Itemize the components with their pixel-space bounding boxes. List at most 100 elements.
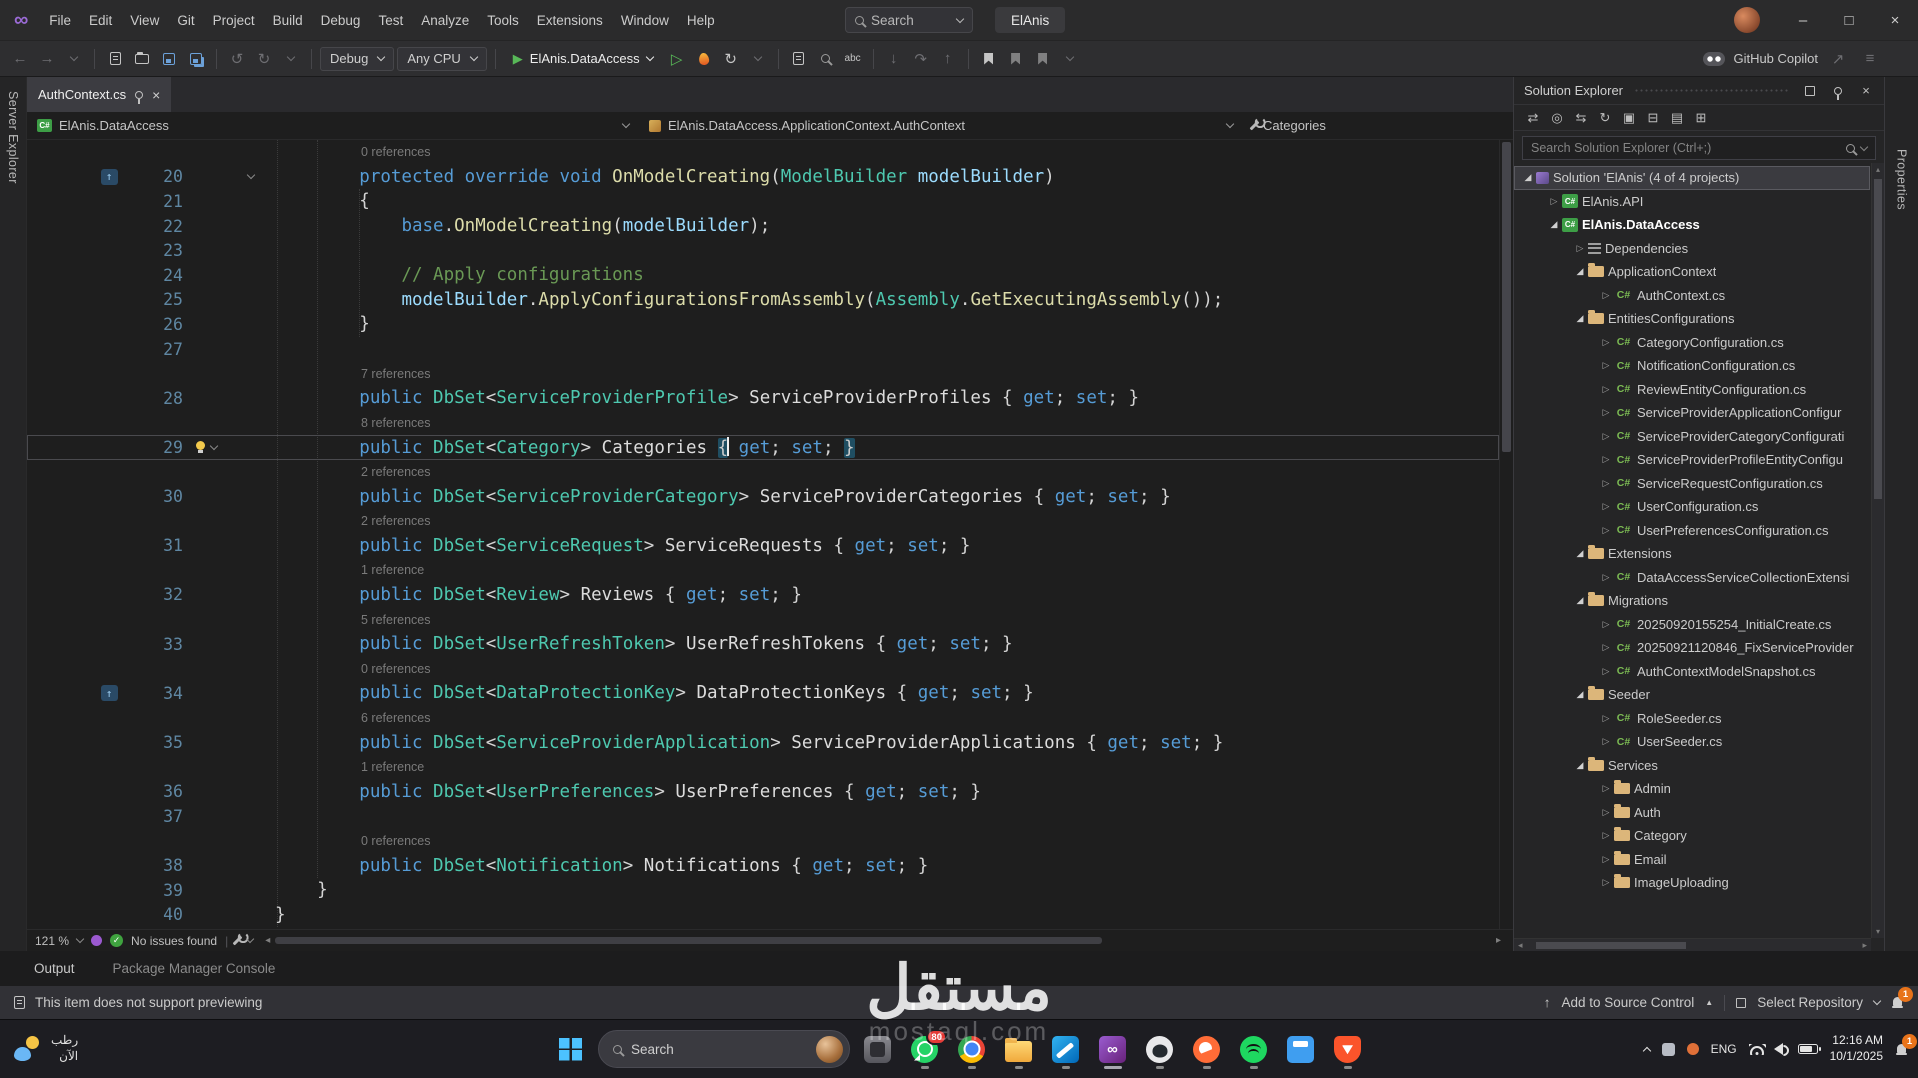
collapse-icon[interactable] — [246, 171, 256, 180]
step-over-icon[interactable]: ↷ — [909, 47, 933, 71]
properties-icon[interactable]: ⊞ — [1690, 107, 1712, 129]
menu-build[interactable]: Build — [264, 0, 312, 40]
tree-item[interactable]: ▷ C# UserPreferencesConfiguration.cs — [1514, 519, 1870, 543]
breadcrumb-type[interactable]: ElAnis.DataAccess.ApplicationContext.Aut… — [639, 112, 1243, 139]
expander-closed-icon[interactable]: ▷ — [1598, 736, 1614, 747]
menu-tools[interactable]: Tools — [478, 0, 528, 40]
accessibility-icon[interactable] — [91, 935, 103, 946]
weather-widget[interactable]: رطب الآن — [12, 1020, 78, 1078]
scroll-left-icon[interactable]: ◂ — [1518, 940, 1523, 951]
taskbar-vscode[interactable] — [1045, 1029, 1086, 1070]
step-into-icon[interactable]: ↓ — [882, 47, 906, 71]
expander-closed-icon[interactable]: ▷ — [1598, 572, 1614, 583]
tree-item[interactable]: ◢ Seeder — [1514, 683, 1870, 707]
redo-dropdown-icon[interactable] — [279, 47, 303, 71]
nest-files-icon[interactable]: ▣ — [1618, 107, 1640, 129]
expander-closed-icon[interactable]: ▷ — [1572, 243, 1588, 254]
notification-center-button[interactable]: 1 — [1895, 1033, 1917, 1056]
expander-open-icon[interactable]: ◢ — [1572, 595, 1588, 606]
code-line[interactable]: 26 } — [27, 312, 1499, 337]
expander-closed-icon[interactable]: ▷ — [1598, 384, 1614, 395]
code-line[interactable]: 31 public DbSet<ServiceRequest> ServiceR… — [27, 534, 1499, 559]
tree-item[interactable]: ▷ C# CategoryConfiguration.cs — [1514, 331, 1870, 355]
navigate-back-icon[interactable]: ← — [8, 47, 32, 71]
tree-item[interactable]: ◢ ApplicationContext — [1514, 260, 1870, 284]
expander-closed-icon[interactable]: ▷ — [1598, 360, 1614, 371]
tab-package-manager-console[interactable]: Package Manager Console — [113, 961, 276, 976]
solution-configurations-select[interactable]: Debug — [320, 46, 395, 71]
start-without-debugging-icon[interactable]: ▷ — [665, 47, 689, 71]
tray-app-icon[interactable] — [1686, 1043, 1699, 1055]
code-line[interactable]: ↑ 20 protected override void OnModelCreat… — [27, 165, 1499, 190]
sync-with-active-document-icon[interactable]: ⇆ — [1570, 107, 1592, 129]
system-tray-group[interactable] — [1749, 1043, 1822, 1055]
scroll-right-icon[interactable]: ▸ — [1496, 935, 1501, 946]
taskbar-file-explorer[interactable] — [998, 1029, 1039, 1070]
next-bookmark-icon[interactable] — [1031, 47, 1055, 71]
tree-item[interactable]: ▷ C# ReviewEntityConfiguration.cs — [1514, 378, 1870, 402]
zoom-dropdown-icon[interactable] — [75, 934, 85, 944]
tree-item[interactable]: ▷ C# UserSeeder.cs — [1514, 730, 1870, 754]
tree-item[interactable]: ▷ C# 20250920155254_InitialCreate.cs — [1514, 613, 1870, 637]
open-file-icon[interactable] — [130, 47, 154, 71]
codelens-references[interactable]: 2 references — [27, 460, 1499, 485]
breadcrumb-project[interactable]: C# ElAnis.DataAccess — [27, 112, 639, 139]
scroll-down-icon[interactable]: ▾ — [1876, 927, 1880, 936]
taskbar-spotify[interactable] — [1233, 1029, 1274, 1070]
zoom-level[interactable]: 121 % — [35, 934, 69, 948]
add-to-source-control-button[interactable]: Add to Source Control — [1561, 995, 1694, 1010]
pending-changes-filter-icon[interactable]: ◎ — [1546, 107, 1568, 129]
code-line[interactable]: 23 — [27, 238, 1499, 263]
taskbar-brave[interactable] — [1327, 1029, 1368, 1070]
scrollbar-thumb[interactable] — [1874, 179, 1882, 499]
code-editor[interactable]: 0 references ↑ 20 protected override void … — [27, 140, 1513, 929]
code-line[interactable]: 21 { — [27, 189, 1499, 214]
codelens-references[interactable]: 2 references — [27, 509, 1499, 534]
code-line[interactable]: 28 public DbSet<ServiceProviderProfile> … — [27, 386, 1499, 411]
language-indicator[interactable]: ENG — [1711, 1042, 1737, 1056]
start-button[interactable] — [550, 1029, 591, 1070]
step-out-icon[interactable]: ↑ — [936, 47, 960, 71]
find-in-files-icon[interactable] — [814, 47, 838, 71]
taskbar-visual-studio[interactable]: ∞ — [1092, 1029, 1133, 1070]
taskbar-system-app[interactable] — [857, 1029, 898, 1070]
taskbar-clock[interactable]: 12:16 AM 10/1/2025 — [1830, 1033, 1883, 1064]
tree-item[interactable]: ▷ Email — [1514, 848, 1870, 872]
tree-vertical-scrollbar[interactable]: ▴ ▾ — [1871, 163, 1884, 938]
dock-icon[interactable] — [1800, 81, 1820, 101]
user-avatar[interactable] — [1734, 7, 1760, 33]
title-search-box[interactable]: Search — [845, 7, 973, 33]
menu-extensions[interactable]: Extensions — [528, 0, 612, 40]
maximize-button[interactable]: □ — [1826, 0, 1872, 40]
tree-item[interactable]: ▷ C# AuthContext.cs — [1514, 284, 1870, 308]
tree-item[interactable]: ▷ Admin — [1514, 777, 1870, 801]
save-icon[interactable] — [157, 47, 181, 71]
menu-project[interactable]: Project — [204, 0, 264, 40]
code-line[interactable]: 40} — [27, 902, 1499, 927]
tab-authcontext[interactable]: AuthContext.cs × — [27, 77, 172, 112]
preview-changes-icon[interactable] — [787, 47, 811, 71]
member-indicator-icon[interactable]: ↑ — [100, 685, 118, 702]
minimize-button[interactable]: – — [1780, 0, 1826, 40]
solution-search-input[interactable]: Search Solution Explorer (Ctrl+;) — [1522, 136, 1876, 160]
tree-item[interactable]: ◢ Migrations — [1514, 589, 1870, 613]
tree-item[interactable]: ▷ C# AuthContextModelSnapshot.cs — [1514, 660, 1870, 684]
expander-closed-icon[interactable]: ▷ — [1598, 407, 1614, 418]
scroll-right-icon[interactable]: ▸ — [1862, 940, 1867, 951]
expander-open-icon[interactable]: ◢ — [1546, 219, 1562, 230]
close-button[interactable]: × — [1872, 0, 1918, 40]
pin-icon[interactable] — [135, 90, 144, 104]
code-line[interactable]: 33 public DbSet<UserRefreshToken> UserRe… — [27, 632, 1499, 657]
lightbulb-icon[interactable] — [193, 440, 208, 455]
expander-closed-icon[interactable]: ▷ — [1598, 431, 1614, 442]
menu-window[interactable]: Window — [612, 0, 678, 40]
member-indicator-icon[interactable]: ↑ — [100, 168, 118, 185]
menu-analyze[interactable]: Analyze — [412, 0, 478, 40]
hot-reload-icon[interactable] — [692, 47, 716, 71]
scrollbar-thumb[interactable] — [275, 937, 1102, 944]
tab-output[interactable]: Output — [34, 961, 75, 976]
expander-open-icon[interactable]: ◢ — [1520, 172, 1536, 183]
tree-item[interactable]: ▷ C# ElAnis.API — [1514, 190, 1870, 214]
menu-view[interactable]: View — [121, 0, 168, 40]
solution-explorer-header[interactable]: Solution Explorer × — [1514, 77, 1884, 104]
